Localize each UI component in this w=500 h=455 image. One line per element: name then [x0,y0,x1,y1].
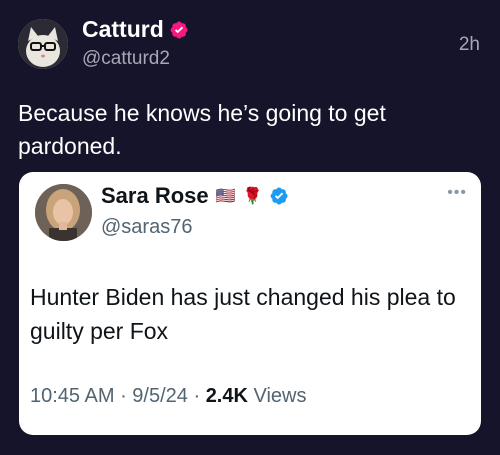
meta-separator: · [114,385,133,407]
author-name[interactable]: Catturd [82,16,164,43]
quoted-author-avatar[interactable] [35,184,92,241]
author-avatar[interactable] [18,19,68,69]
quoted-time[interactable]: 10:45 AM [30,385,115,407]
tweet-text: Because he knows he’s going to get pardo… [18,100,386,159]
us-flag-icon: 🇺🇸 [215,188,236,205]
quoted-tweet-meta: 10:45 AM · 9/5/24 · 2.4K Views [30,385,306,408]
tweet[interactable]: Catturd @catturd2 2h Because he knows he… [0,0,500,455]
more-options-icon[interactable]: ••• [447,184,467,202]
quoted-author-handle[interactable]: @saras76 [101,216,192,239]
verified-badge-blue-icon [271,187,289,205]
meta-separator: · [187,385,206,407]
author-handle[interactable]: @catturd2 [82,48,170,70]
views-count: 2.4K [205,385,248,407]
quoted-author-name[interactable]: Sara Rose [101,183,209,209]
views-label: Views [247,385,307,407]
woman-portrait-avatar-icon [35,184,92,241]
rose-icon: 🌹 [242,188,263,205]
author-name-row: Catturd [82,16,189,43]
cat-avatar-icon [18,19,68,69]
quoted-date[interactable]: 9/5/24 [132,385,188,407]
quoted-tweet-card[interactable]: Sara Rose 🇺🇸 🌹 @saras76 ••• Hunter Biden… [19,172,481,435]
verified-badge-icon [170,21,188,38]
quoted-tweet-text: Hunter Biden has just changed his plea t… [30,284,456,344]
quoted-name-row: Sara Rose 🇺🇸 🌹 [101,183,289,209]
tweet-time[interactable]: 2h [459,34,480,56]
